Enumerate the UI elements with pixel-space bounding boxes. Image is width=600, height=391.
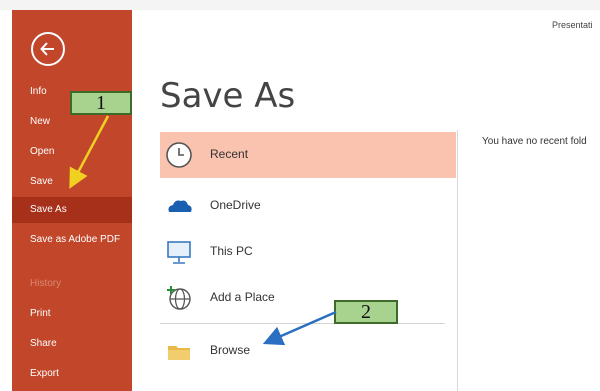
annotation-arrows: [69, 115, 337, 346]
arrow-to-browse: [262, 310, 337, 346]
arrow-to-save-as: [69, 115, 110, 189]
